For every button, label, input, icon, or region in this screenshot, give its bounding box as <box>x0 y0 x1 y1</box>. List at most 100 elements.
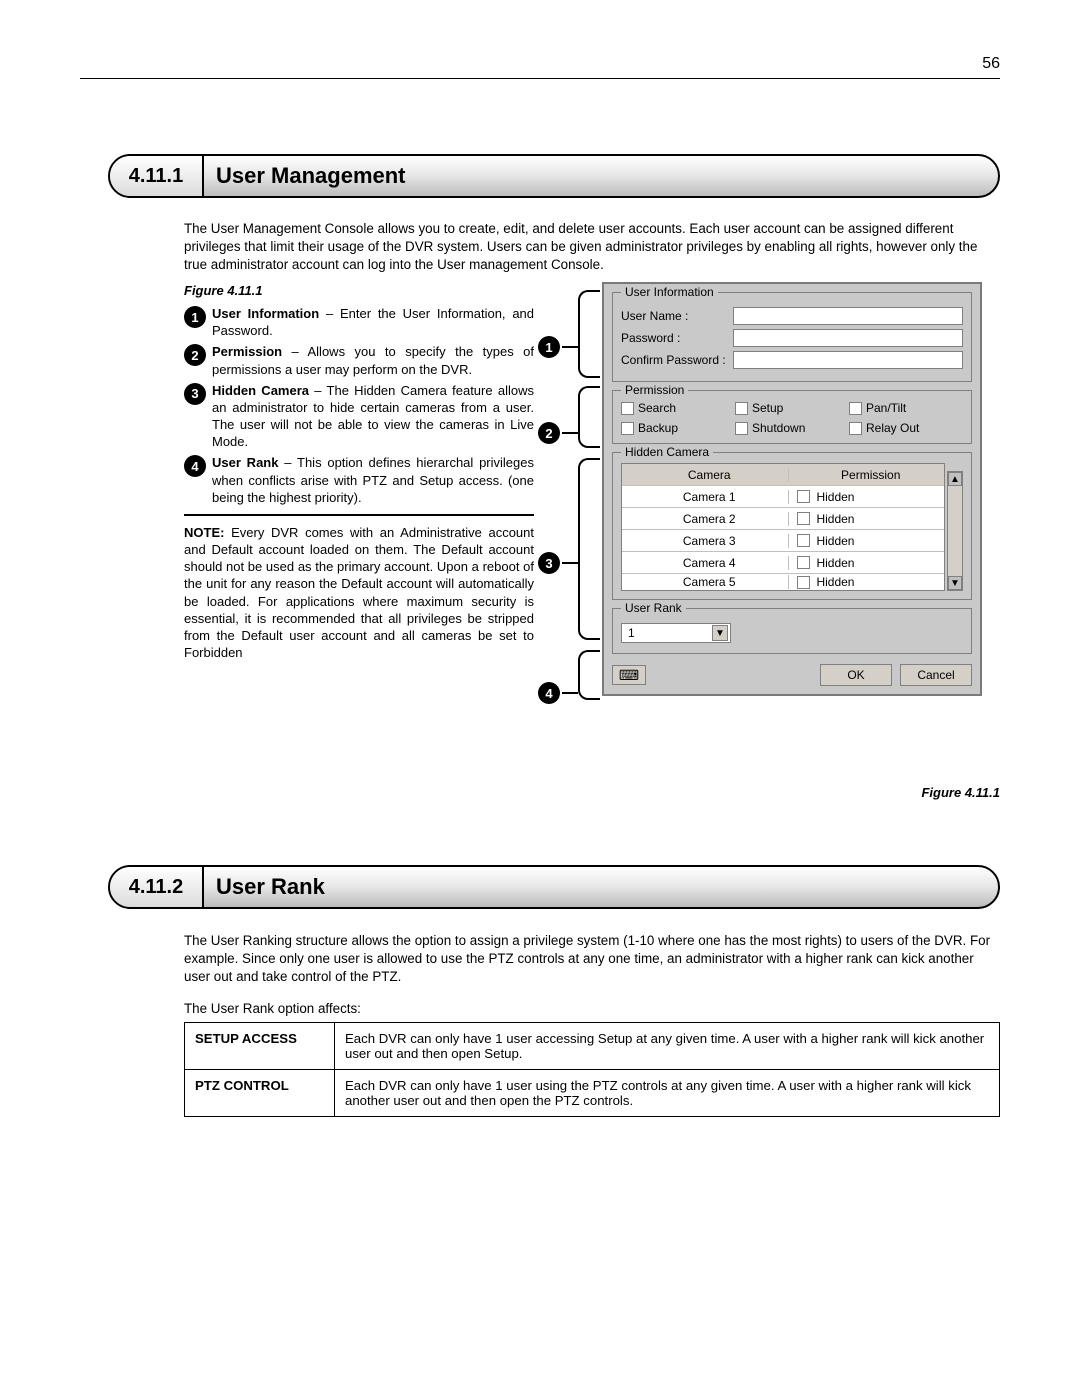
bullet-3-icon: 3 <box>184 383 206 405</box>
cell-camera: Camera 2 <box>622 512 789 526</box>
group-user-rank: User Rank 1 ▼ <box>612 608 972 654</box>
rank-value: Each DVR can only have 1 user using the … <box>335 1070 1000 1117</box>
password-field[interactable] <box>733 329 963 347</box>
definition-user-information: 1 User Information – Enter the User Info… <box>184 305 534 339</box>
group-user-information: User Information User Name : Password : … <box>612 292 972 382</box>
perm-pantilt-checkbox[interactable]: Pan/Tilt <box>849 401 963 415</box>
perm-search-checkbox[interactable]: Search <box>621 401 735 415</box>
intro-paragraph-rank: The User Ranking structure allows the op… <box>184 932 1000 986</box>
perm-shutdown-checkbox[interactable]: Shutdown <box>735 421 849 435</box>
user-rank-select[interactable]: 1 ▼ <box>621 623 731 643</box>
row-checkbox[interactable] <box>797 576 810 589</box>
table-row: SETUP ACCESS Each DVR can only have 1 us… <box>185 1023 1000 1070</box>
row-checkbox[interactable] <box>797 490 810 503</box>
perm-label: Shutdown <box>752 421 805 435</box>
note-paragraph: NOTE: Every DVR comes with an Administra… <box>184 524 534 661</box>
section-title: User Management <box>204 156 998 196</box>
note-label: NOTE: <box>184 525 224 540</box>
col-permission: Permission <box>789 468 944 482</box>
confirm-password-label: Confirm Password : <box>621 353 733 367</box>
group-hidden-camera: Hidden Camera Camera Permission Camera 1… <box>612 452 972 600</box>
callout-4-icon: 4 <box>538 682 560 704</box>
cell-permission: Hidden <box>816 490 854 504</box>
row-checkbox[interactable] <box>797 534 810 547</box>
figure-label-bottom: Figure 4.11.1 <box>0 785 1000 800</box>
table-row: Camera 4 Hidden <box>622 552 944 574</box>
section-number: 4.11.2 <box>110 867 204 907</box>
row-checkbox[interactable] <box>797 512 810 525</box>
def-term: User Rank <box>212 455 278 470</box>
user-management-dialog: User Information User Name : Password : … <box>602 282 982 696</box>
chevron-down-icon[interactable]: ▼ <box>712 625 728 641</box>
cell-permission: Hidden <box>816 534 854 548</box>
group-legend: Permission <box>621 383 688 397</box>
keyboard-icon[interactable]: ⌨ <box>612 665 646 685</box>
intro-paragraph: The User Management Console allows you t… <box>184 220 1000 274</box>
perm-backup-checkbox[interactable]: Backup <box>621 421 735 435</box>
definition-hidden-camera: 3 Hidden Camera – The Hidden Camera feat… <box>184 382 534 451</box>
bullet-2-icon: 2 <box>184 344 206 366</box>
section-heading-user-rank: 4.11.2 User Rank <box>108 865 1000 909</box>
callout-2: 2 <box>538 422 578 444</box>
rank-effects-table: SETUP ACCESS Each DVR can only have 1 us… <box>184 1022 1000 1117</box>
table-row: Camera 2 Hidden <box>622 508 944 530</box>
row-checkbox[interactable] <box>797 556 810 569</box>
callout-4: 4 <box>538 682 578 704</box>
perm-setup-checkbox[interactable]: Setup <box>735 401 849 415</box>
username-label: User Name : <box>621 309 733 323</box>
section-number: 4.11.1 <box>110 156 204 196</box>
figure-label: Figure 4.11.1 <box>184 282 534 299</box>
username-field[interactable] <box>733 307 963 325</box>
perm-label: Pan/Tilt <box>866 401 906 415</box>
cancel-button[interactable]: Cancel <box>900 664 972 686</box>
cell-camera: Camera 3 <box>622 534 789 548</box>
cell-camera: Camera 4 <box>622 556 789 570</box>
page-number: 56 <box>982 55 1000 73</box>
callout-2-icon: 2 <box>538 422 560 444</box>
perm-label: Search <box>638 401 676 415</box>
password-label: Password : <box>621 331 733 345</box>
note-text: Every DVR comes with an Administrative a… <box>184 525 534 660</box>
definition-user-rank: 4 User Rank – This option defines hierar… <box>184 454 534 505</box>
cell-camera: Camera 1 <box>622 490 789 504</box>
bullet-4-icon: 4 <box>184 455 206 477</box>
cell-permission: Hidden <box>816 512 854 526</box>
callout-1-icon: 1 <box>538 336 560 358</box>
col-camera: Camera <box>622 468 789 482</box>
table-row: Camera 3 Hidden <box>622 530 944 552</box>
user-rank-value: 1 <box>628 626 635 640</box>
section-heading-user-management: 4.11.1 User Management <box>108 154 1000 198</box>
group-legend: User Information <box>621 285 718 299</box>
definition-permission: 2 Permission – Allows you to specify the… <box>184 343 534 377</box>
rank-key: SETUP ACCESS <box>185 1023 335 1070</box>
section-title: User Rank <box>204 867 998 907</box>
figure-column: 1 2 3 4 User Information User Name : <box>534 282 1000 772</box>
table-row: Camera 5 Hidden <box>622 574 944 590</box>
callout-3: 3 <box>538 552 578 574</box>
table-row: Camera 1 Hidden <box>622 486 944 508</box>
table-scrollbar[interactable]: ▲ ▼ <box>947 471 963 591</box>
rank-key: PTZ CONTROL <box>185 1070 335 1117</box>
def-term: Permission <box>212 344 282 359</box>
callout-1: 1 <box>538 336 578 358</box>
callout-3-icon: 3 <box>538 552 560 574</box>
hidden-camera-table: Camera Permission Camera 1 Hidden Camera… <box>621 463 945 591</box>
def-term: Hidden Camera <box>212 383 309 398</box>
ok-button[interactable]: OK <box>820 664 892 686</box>
callout-brackets <box>578 282 602 772</box>
cell-permission: Hidden <box>816 575 854 589</box>
perm-label: Setup <box>752 401 783 415</box>
confirm-password-field[interactable] <box>733 351 963 369</box>
cell-camera: Camera 5 <box>622 575 789 589</box>
group-legend: User Rank <box>621 601 686 615</box>
cell-permission: Hidden <box>816 556 854 570</box>
scroll-down-icon[interactable]: ▼ <box>948 576 962 590</box>
perm-label: Backup <box>638 421 678 435</box>
header-rule <box>80 78 1000 79</box>
table-row: PTZ CONTROL Each DVR can only have 1 use… <box>185 1070 1000 1117</box>
perm-relayout-checkbox[interactable]: Relay Out <box>849 421 963 435</box>
group-permission: Permission Search Setup Pan/Tilt Backup … <box>612 390 972 444</box>
scroll-up-icon[interactable]: ▲ <box>948 472 962 486</box>
definition-separator <box>184 514 534 516</box>
perm-label: Relay Out <box>866 421 919 435</box>
